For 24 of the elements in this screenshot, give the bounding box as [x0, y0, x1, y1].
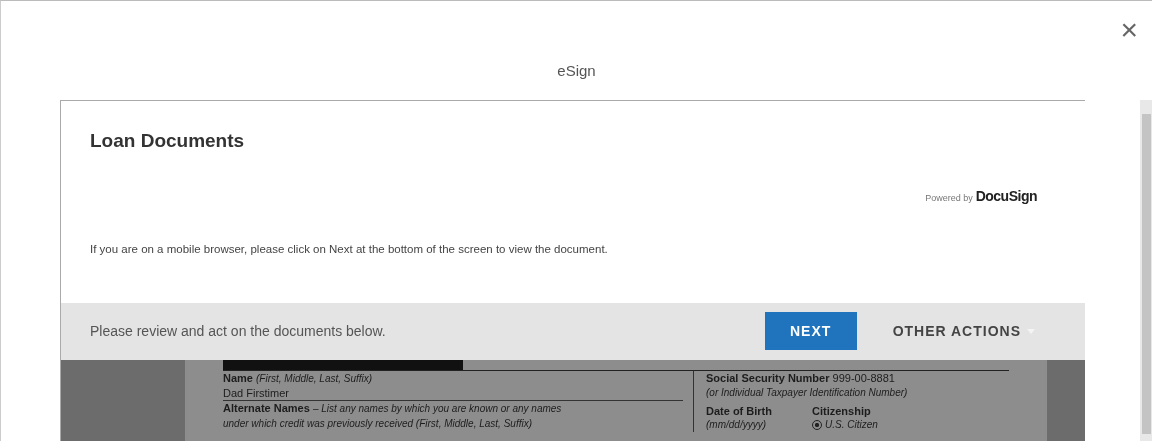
other-actions-button[interactable]: OTHER ACTIONS — [892, 320, 1035, 342]
radio-button[interactable] — [812, 419, 822, 430]
option-label: U.S. Citizen — [825, 417, 878, 432]
close-button[interactable]: × — [1120, 15, 1138, 45]
field-hint: (mm/dd/yyyy) — [706, 417, 767, 432]
action-message: Please review and act on the documents below. — [90, 321, 387, 341]
field-label: Social Security Number — [706, 371, 830, 384]
powered-by-text: Powered by — [925, 191, 973, 205]
notice-text: If you are on a mobile browser, please click on Next at the bottom of the screen to view the document. — [90, 242, 608, 255]
next-button[interactable]: NEXT — [764, 312, 857, 350]
field-hint: (First, Middle, Last, Suffix) — [256, 372, 373, 384]
field-hint: (or Individual Taxpayer Identification Number) — [706, 386, 908, 398]
field-hint: under which credit was previously received (First, Middle, Last, Suffix) — [223, 417, 532, 429]
field-label: Name — [223, 371, 253, 384]
brand-logo: DocuSign — [975, 186, 1037, 206]
field-hint: – List any names by which you are known or any names — [312, 402, 562, 414]
scrollbar-thumb[interactable] — [1141, 114, 1151, 434]
field-label: Citizenship — [812, 403, 872, 418]
field-value: 999-00-8881 — [832, 371, 895, 384]
field-value: Dad Firstimer — [223, 386, 289, 399]
panel-title: Loan Documents — [90, 130, 245, 151]
field-label: Date of Birth — [706, 403, 772, 418]
dialog-title: eSign — [557, 62, 596, 79]
field-label: Alternate Names — [223, 401, 310, 414]
